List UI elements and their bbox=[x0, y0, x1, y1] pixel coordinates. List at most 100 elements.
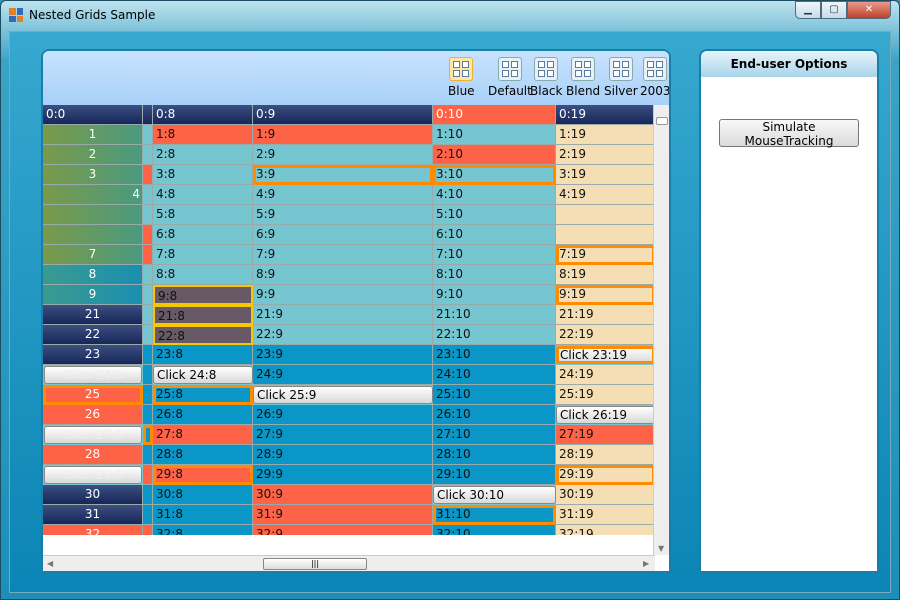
row-header[interactable]: 4 bbox=[43, 185, 143, 205]
grid-cell[interactable]: 5:9 bbox=[253, 205, 433, 225]
grid-cell[interactable]: 27:19 bbox=[556, 425, 655, 445]
grid-cell[interactable]: 2:8 bbox=[153, 145, 253, 165]
grid-cell[interactable]: 7:19 bbox=[556, 245, 655, 265]
row-header[interactable]: 8 bbox=[43, 265, 143, 285]
grid-cell[interactable]: 4:19 bbox=[556, 185, 655, 205]
row-header[interactable]: 7 bbox=[43, 245, 143, 265]
grid-cell[interactable]: 3:19 bbox=[556, 165, 655, 185]
grid-cell[interactable]: 25:10 bbox=[433, 385, 556, 405]
grid-cell[interactable]: 25:19 bbox=[556, 385, 655, 405]
grid-cell[interactable]: 1:9 bbox=[253, 125, 433, 145]
grid-cell[interactable]: 22:19 bbox=[556, 325, 655, 345]
cell-button[interactable]: Click 26:19 bbox=[556, 406, 655, 424]
grid-cell[interactable]: 1:10 bbox=[433, 125, 556, 145]
grid-cell[interactable]: 9:10 bbox=[433, 285, 556, 305]
row-header[interactable]: 22 bbox=[43, 325, 143, 345]
grid-cell[interactable]: 7:8 bbox=[153, 245, 253, 265]
grid-cell[interactable]: 21:19 bbox=[556, 305, 655, 325]
row-header[interactable]: 3 bbox=[43, 165, 143, 185]
grid-cell[interactable]: 30:8 bbox=[153, 485, 253, 505]
grid-cell[interactable]: 32:19 bbox=[556, 525, 655, 535]
grid-cell[interactable]: 21:9 bbox=[253, 305, 433, 325]
grid-cell[interactable]: 27:8 bbox=[153, 425, 253, 445]
grid-cell[interactable]: 29:9 bbox=[253, 465, 433, 485]
row-header[interactable]: 31 bbox=[43, 505, 143, 525]
row-header-button[interactable]: Click 24:0 bbox=[44, 366, 142, 384]
grid-cell[interactable]: 23:8 bbox=[153, 345, 253, 365]
grid-cell[interactable]: 5:10 bbox=[433, 205, 556, 225]
grid-cell[interactable]: 27:10 bbox=[433, 425, 556, 445]
grid-cell[interactable]: 25:8 bbox=[153, 385, 253, 405]
grid-cell[interactable]: 30:9 bbox=[253, 485, 433, 505]
grid-cell[interactable]: 3:8 bbox=[153, 165, 253, 185]
grid-cell[interactable]: 24:19 bbox=[556, 365, 655, 385]
grid-cell[interactable]: 4:9 bbox=[253, 185, 433, 205]
grid-cell[interactable]: 21:8 bbox=[153, 305, 253, 325]
theme-button-silver[interactable]: Silver bbox=[604, 57, 638, 98]
horizontal-scroll-thumb[interactable]: ||| bbox=[263, 558, 367, 570]
column-header[interactable]: 0:9 bbox=[253, 105, 433, 125]
grid-cell[interactable]: 3:10 bbox=[433, 165, 556, 185]
grid-cell[interactable]: 26:8 bbox=[153, 405, 253, 425]
grid-cell[interactable]: 3:9 bbox=[253, 165, 433, 185]
grid-cell[interactable]: 29:10 bbox=[433, 465, 556, 485]
grid-cell[interactable]: 31:10 bbox=[433, 505, 556, 525]
grid-cell[interactable]: 7:9 bbox=[253, 245, 433, 265]
cell-button[interactable]: Click 23:19 bbox=[556, 346, 655, 364]
grid-cell[interactable]: 9:8 bbox=[153, 285, 253, 305]
scroll-down-arrow-icon[interactable]: ▼ bbox=[658, 544, 664, 553]
grid-cell[interactable]: 6:9 bbox=[253, 225, 433, 245]
grid-cell[interactable]: 22:9 bbox=[253, 325, 433, 345]
grid-cell[interactable]: 31:9 bbox=[253, 505, 433, 525]
theme-button-blue[interactable]: Blue bbox=[448, 57, 475, 98]
minimize-button[interactable]: ▁ bbox=[795, 1, 821, 19]
simulate-mousetracking-button[interactable]: Simulate MouseTracking bbox=[719, 119, 859, 148]
grid-cell[interactable]: 6:10 bbox=[433, 225, 556, 245]
grid-cell[interactable]: 28:8 bbox=[153, 445, 253, 465]
grid-cell[interactable]: 2:19 bbox=[556, 145, 655, 165]
grid-cell[interactable]: 7:10 bbox=[433, 245, 556, 265]
column-header[interactable]: 0:19 bbox=[556, 105, 655, 125]
grid-cell[interactable]: 21:10 bbox=[433, 305, 556, 325]
column-header[interactable]: 0:8 bbox=[153, 105, 253, 125]
row-header[interactable]: 26 bbox=[43, 405, 143, 425]
row-header[interactable]: 25 bbox=[43, 385, 143, 405]
theme-button-default[interactable]: Default bbox=[488, 57, 532, 98]
grid-cell[interactable]: 5:8 bbox=[153, 205, 253, 225]
row-header[interactable]: 28 bbox=[43, 445, 143, 465]
row-header[interactable]: 1 bbox=[43, 125, 143, 145]
cell-button[interactable]: Click 24:8 bbox=[153, 366, 253, 384]
grid-cell[interactable]: 8:19 bbox=[556, 265, 655, 285]
grid-cell[interactable]: 22:10 bbox=[433, 325, 556, 345]
grid-cell[interactable]: 23:9 bbox=[253, 345, 433, 365]
grid-cell[interactable]: 8:9 bbox=[253, 265, 433, 285]
grid-cell[interactable]: 23:10 bbox=[433, 345, 556, 365]
grid-cell[interactable] bbox=[556, 225, 655, 245]
grid-cell[interactable]: 27:9 bbox=[253, 425, 433, 445]
grid-cell[interactable]: 9:9 bbox=[253, 285, 433, 305]
grid-cell[interactable]: 31:19 bbox=[556, 505, 655, 525]
grid-cell[interactable]: 1:8 bbox=[153, 125, 253, 145]
cell-button[interactable]: Click 30:10 bbox=[433, 486, 556, 504]
grid-cell[interactable]: 32:8 bbox=[153, 525, 253, 535]
column-header[interactable]: 0:10 bbox=[433, 105, 556, 125]
grid-cell[interactable]: 31:8 bbox=[153, 505, 253, 525]
cell-button[interactable]: Click 25:9 bbox=[253, 386, 433, 404]
scroll-right-arrow-icon[interactable]: ▶ bbox=[643, 559, 649, 568]
row-header[interactable]: 9 bbox=[43, 285, 143, 305]
grid-cell[interactable]: 4:8 bbox=[153, 185, 253, 205]
grid-cell[interactable]: 28:10 bbox=[433, 445, 556, 465]
grid-cell[interactable] bbox=[556, 205, 655, 225]
scroll-left-arrow-icon[interactable]: ◀ bbox=[47, 559, 53, 568]
row-header[interactable]: 32 bbox=[43, 525, 143, 535]
row-header[interactable] bbox=[43, 225, 143, 245]
grid-cell[interactable]: 1:19 bbox=[556, 125, 655, 145]
grid-cell[interactable]: 32:10 bbox=[433, 525, 556, 535]
grid-cell[interactable]: 26:10 bbox=[433, 405, 556, 425]
grid-cell[interactable]: 29:8 bbox=[153, 465, 253, 485]
row-header[interactable]: 30 bbox=[43, 485, 143, 505]
horizontal-scrollbar[interactable]: ◀ ||| ▶ bbox=[43, 555, 655, 571]
row-header[interactable]: 21 bbox=[43, 305, 143, 325]
vertical-scrollbar[interactable]: ▼ bbox=[653, 105, 669, 555]
close-button[interactable]: ✕ bbox=[847, 1, 891, 19]
